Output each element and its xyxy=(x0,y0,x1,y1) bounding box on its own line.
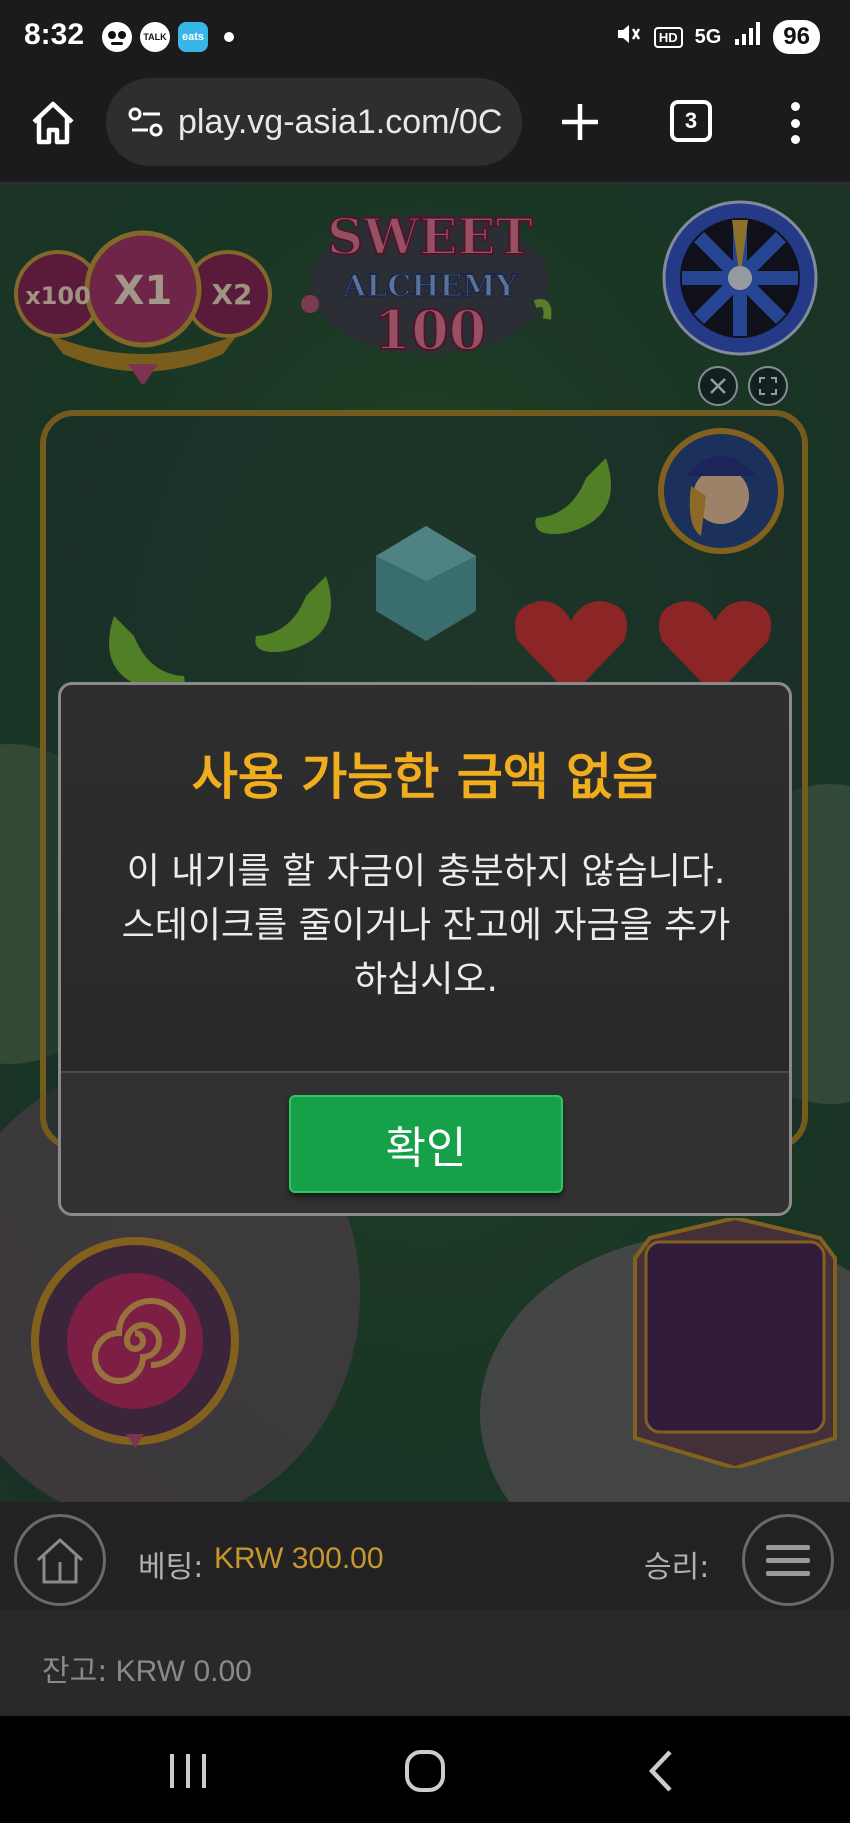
eats-icon: eats xyxy=(178,22,208,52)
browser-toolbar: play.vg-asia1.com/0C 3 xyxy=(0,76,850,184)
game-menu-button[interactable] xyxy=(742,1514,834,1606)
system-icons: HD 5G 96 xyxy=(614,20,820,54)
insufficient-funds-dialog: 사용 가능한 금액 없음 이 내기를 할 자금이 충분하지 않습니다. 스테이크… xyxy=(58,682,792,1216)
mute-icon xyxy=(614,20,642,54)
notification-icons: TALK eats xyxy=(102,22,234,52)
face-icon xyxy=(102,22,132,52)
bet-value[interactable]: KRW 300.00 xyxy=(214,1542,384,1576)
hd-voice-icon: HD xyxy=(653,26,683,48)
more-notifications-dot xyxy=(224,32,234,42)
plus-icon xyxy=(562,104,598,140)
status-time: 8:32 xyxy=(24,18,85,51)
address-bar[interactable]: play.vg-asia1.com/0C xyxy=(106,78,522,166)
balance-value: KRW 0.00 xyxy=(115,1655,252,1688)
game-control-bar: 베팅: KRW 300.00 승리: xyxy=(0,1502,850,1610)
network-type-icon: 5G xyxy=(694,25,722,48)
dialog-footer: 확인 xyxy=(61,1071,789,1213)
browser-home-button[interactable] xyxy=(28,98,78,148)
home-icon xyxy=(32,101,74,145)
balance-label: 잔고: xyxy=(42,1654,108,1689)
site-info-icon[interactable] xyxy=(126,102,166,142)
browser-menu-button[interactable] xyxy=(780,98,810,148)
signal-icon xyxy=(733,21,761,53)
status-bar: 8:32 TALK eats HD 5G 96 xyxy=(0,0,850,76)
confirm-button[interactable]: 확인 xyxy=(289,1095,563,1193)
url-text: play.vg-asia1.com/0C xyxy=(178,102,503,141)
dialog-message: 이 내기를 할 자금이 충분하지 않습니다. 스테이크를 줄이거나 잔고에 자금… xyxy=(81,845,771,1007)
game-home-button[interactable] xyxy=(14,1514,106,1606)
tab-switcher-button[interactable]: 3 xyxy=(670,100,712,142)
balance-bar: 잔고: KRW 0.00 xyxy=(0,1610,850,1716)
win-label: 승리: xyxy=(644,1550,710,1585)
system-nav-bar xyxy=(0,1716,850,1823)
new-tab-button[interactable] xyxy=(556,98,604,146)
dialog-title: 사용 가능한 금액 없음 xyxy=(191,748,659,806)
dialog-message-line: 스테이크를 줄이거나 잔고에 자금을 추가 xyxy=(121,905,731,946)
home-icon xyxy=(36,1537,84,1584)
dialog-message-line: 하십시오. xyxy=(354,959,498,1000)
bet-label: 베팅: xyxy=(138,1550,204,1585)
talk-icon: TALK xyxy=(140,22,170,52)
balance-display: 잔고: KRW 0.00 xyxy=(42,1646,252,1690)
dialog-message-line: 이 내기를 할 자금이 충분하지 않습니다. xyxy=(126,851,726,892)
back-icon[interactable] xyxy=(632,1746,692,1796)
home-nav-icon[interactable] xyxy=(395,1746,455,1796)
battery-indicator: 96 xyxy=(773,20,820,54)
recent-apps-icon[interactable] xyxy=(158,1746,218,1796)
